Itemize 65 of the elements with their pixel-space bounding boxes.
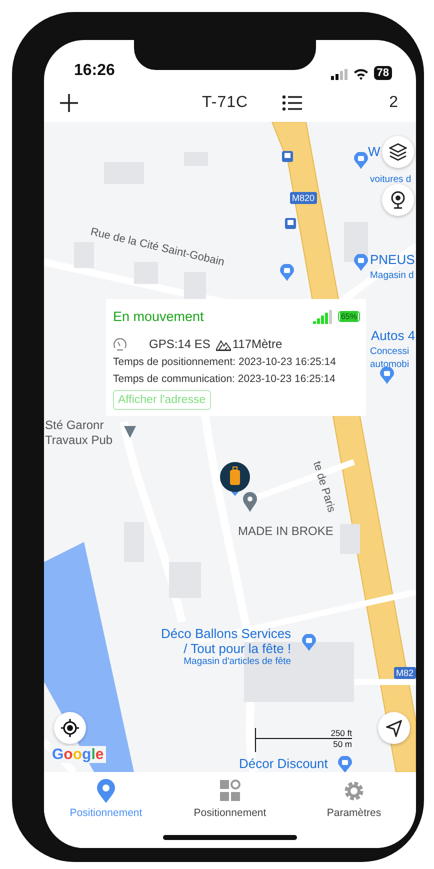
place-label: Magasin d'articles de fête	[184, 656, 292, 667]
shop-pin-icon	[354, 152, 368, 169]
movement-status: En mouvement	[113, 309, 205, 324]
positioning-time: Temps de positionnement: 2023-10-23 16:25:14	[113, 356, 337, 368]
map-scale-bar: 250 ft 50 m	[255, 728, 352, 752]
building	[340, 524, 360, 554]
location-pin-icon	[95, 779, 117, 803]
list-button[interactable]	[282, 94, 302, 112]
place-label: Décor Discount	[239, 756, 328, 771]
place-label: Sté Garonr	[45, 418, 104, 432]
road-shield: M82	[394, 667, 416, 679]
place-label: automobi	[370, 359, 410, 370]
clock-time: 16:26	[74, 62, 115, 80]
building	[74, 242, 94, 268]
my-location-button[interactable]	[54, 712, 86, 744]
bus-stop-icon	[285, 218, 296, 229]
place-label: MADE IN BROKE	[238, 524, 334, 538]
map-attribution: Google	[50, 746, 106, 763]
wifi-icon	[352, 68, 369, 80]
add-button[interactable]	[60, 94, 78, 112]
device-title: T-71C	[202, 94, 248, 112]
place-label: Concessi	[370, 346, 410, 357]
place-label: PNEUS	[370, 252, 415, 267]
building	[169, 562, 201, 598]
place-label: / Tout pour la fête !	[184, 641, 292, 656]
mountain-icon	[216, 338, 232, 350]
place-marker-icon	[243, 492, 257, 512]
tab-button[interactable]: Positionnement	[168, 772, 292, 826]
shop-pin-icon	[354, 254, 368, 271]
place-label: Autos 4	[371, 328, 416, 343]
place-marker-icon	[124, 426, 136, 438]
altitude: 117Mètre	[232, 337, 282, 351]
road-shield: M820	[290, 192, 317, 204]
gps-satellites: GPS:14 ES	[149, 337, 210, 351]
navigation-arrow-icon	[386, 720, 402, 736]
battery-indicator: 65%	[338, 311, 360, 322]
place-label: W	[368, 144, 380, 159]
speedometer-icon	[113, 338, 127, 350]
vehicle-marker-icon	[220, 462, 250, 496]
tab-button[interactable]: Paramètres	[292, 772, 416, 826]
cellular-signal-icon	[330, 69, 348, 80]
communication-time: Temps de communication: 2023-10-23 16:25:14	[113, 373, 336, 385]
bus-stop-icon	[282, 151, 293, 162]
device-count: 2	[389, 94, 398, 112]
building	[134, 262, 158, 284]
place-label: voitures d	[370, 174, 412, 185]
place-label: Travaux Pub	[45, 433, 113, 447]
battery-level: 78	[374, 66, 392, 80]
shop-pin-icon	[280, 264, 294, 281]
crosshair-icon	[61, 719, 79, 737]
street-label: te de Paris	[310, 460, 338, 514]
camera-button[interactable]	[382, 184, 414, 216]
navigate-button[interactable]	[378, 712, 410, 744]
webcam-icon	[390, 191, 406, 209]
map-layers-button[interactable]	[382, 136, 414, 168]
signal-strength-icon	[312, 310, 332, 324]
settings-icon	[343, 779, 365, 803]
layers-icon	[389, 143, 407, 161]
shop-pin-icon	[380, 367, 394, 384]
place-label: Déco Ballons Services	[161, 626, 292, 641]
building	[344, 222, 368, 262]
building	[184, 272, 206, 302]
grid-icon	[219, 779, 241, 803]
shop-pin-icon	[302, 634, 316, 651]
place-label: Magasin d	[370, 270, 414, 281]
